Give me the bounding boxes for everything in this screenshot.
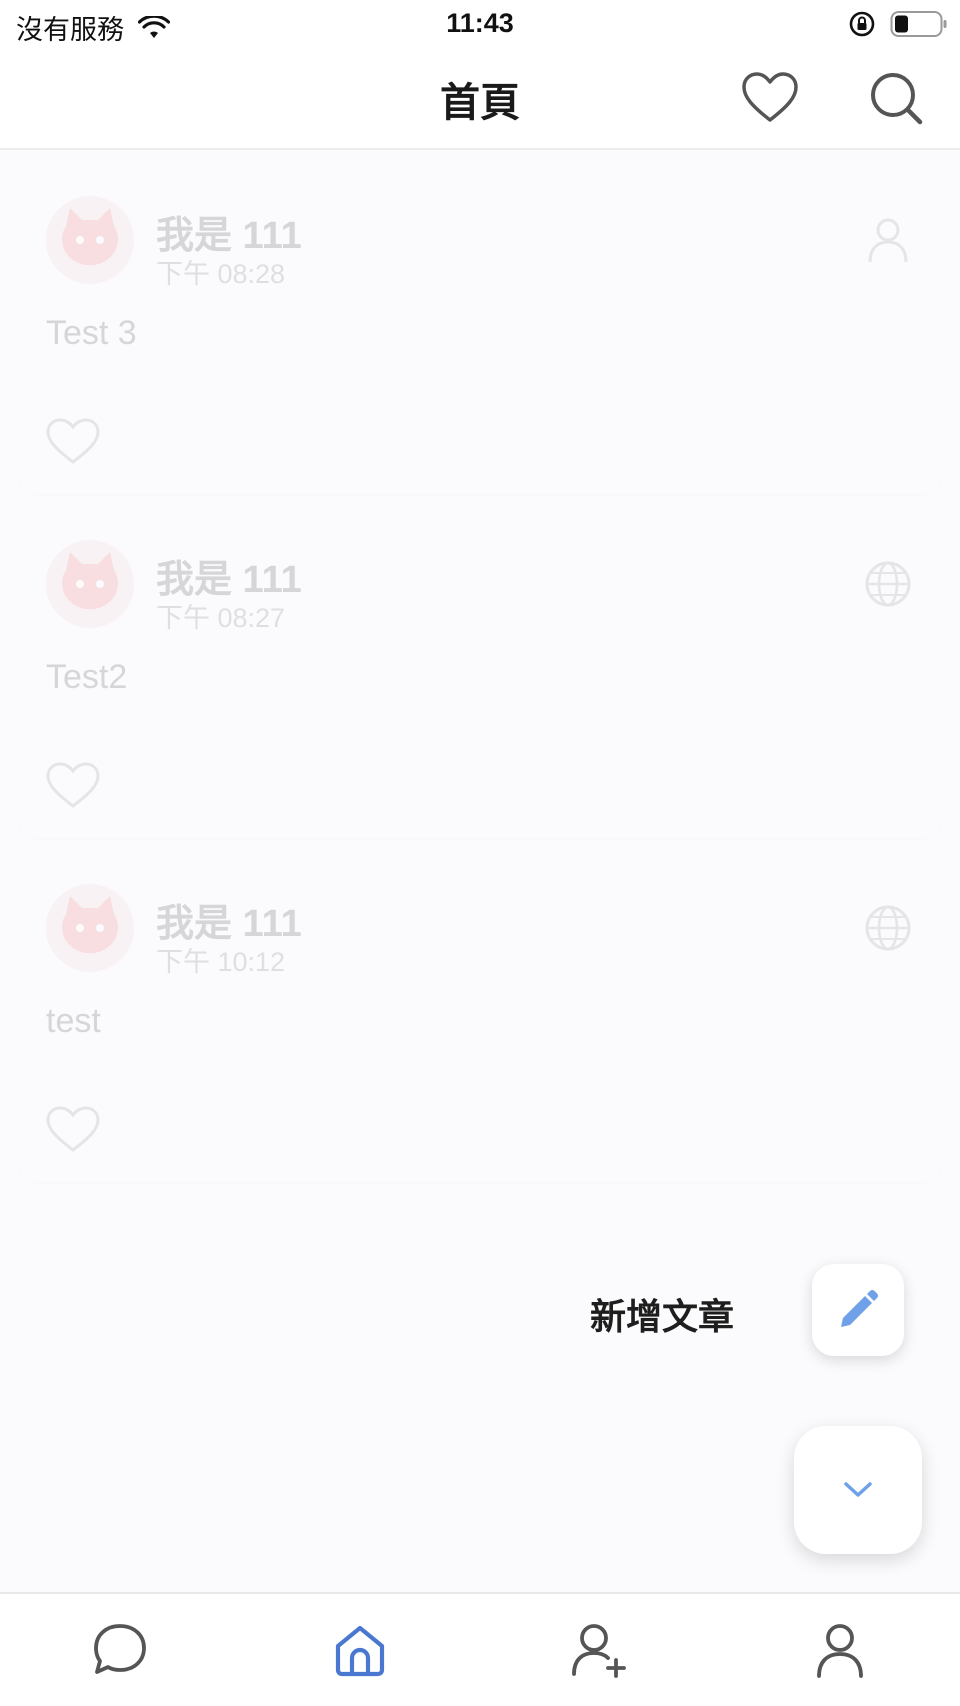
pencil-icon <box>841 1289 879 1327</box>
rotation-lock-icon <box>849 11 875 37</box>
add-friend-icon[interactable] <box>570 1620 630 1680</box>
status-bar: 沒有服務 11:43 <box>0 0 960 48</box>
status-right <box>848 10 948 38</box>
profile-icon[interactable] <box>810 1620 870 1680</box>
fab-toggle-button[interactable] <box>794 1426 922 1554</box>
heart-icon[interactable] <box>740 70 800 126</box>
screen: 沒有服務 11:43 首頁 我是 111 下午 08:28 Test 3 我是 … <box>0 0 960 1706</box>
page-title: 首頁 <box>440 81 520 125</box>
home-icon[interactable] <box>330 1620 390 1680</box>
header: 首頁 <box>0 48 960 150</box>
search-icon[interactable] <box>868 70 926 128</box>
chat-icon[interactable] <box>90 1620 150 1680</box>
bottom-nav <box>0 1592 960 1706</box>
overlay-veil[interactable] <box>0 150 960 1592</box>
status-time: 11:43 <box>446 8 514 38</box>
chevron-down-icon <box>844 1482 872 1497</box>
add-post-label[interactable]: 新增文章 <box>590 1288 734 1340</box>
battery-icon <box>890 11 947 37</box>
add-post-button[interactable] <box>812 1264 904 1356</box>
